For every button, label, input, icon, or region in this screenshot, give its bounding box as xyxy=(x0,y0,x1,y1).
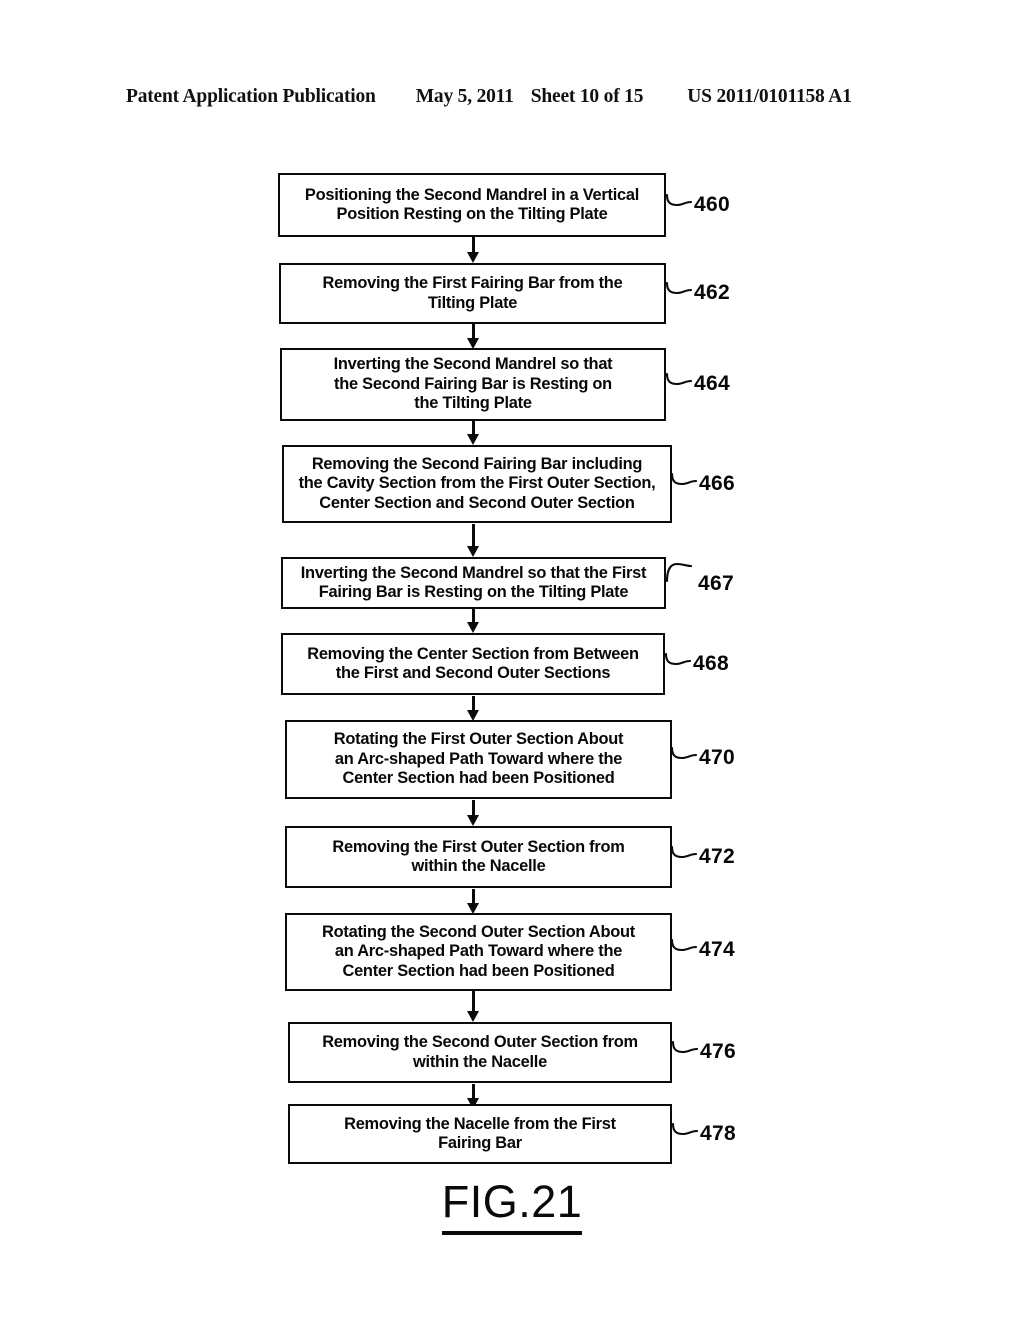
reference-numeral-466-text: 466 xyxy=(699,472,735,495)
leader-line-icon xyxy=(671,747,697,760)
leader-line-icon xyxy=(666,282,692,295)
flowchart-step-476: Removing the Second Outer Section from w… xyxy=(288,1022,672,1083)
flowchart-arrow-466-467 xyxy=(466,524,480,557)
flowchart-arrow-474-476 xyxy=(466,991,480,1022)
flowchart-step-460-label: Positioning the Second Mandrel in a Vert… xyxy=(304,185,640,223)
flowchart-step-472-label: Removing the First Outer Section from wi… xyxy=(332,837,625,875)
leader-line-icon xyxy=(666,373,692,386)
reference-numeral-466: 466 xyxy=(671,471,735,497)
leader-line-icon xyxy=(671,473,697,486)
flowchart-step-478-label: Removing the Nacelle from the First Fair… xyxy=(344,1114,616,1152)
leader-line-icon xyxy=(672,1041,698,1054)
reference-numeral-472: 472 xyxy=(671,844,735,870)
reference-numeral-464-text: 464 xyxy=(694,372,730,395)
reference-numeral-478-text: 478 xyxy=(700,1122,736,1145)
flowchart-arrow-470-472 xyxy=(466,800,480,826)
flowchart-step-472: Removing the First Outer Section from wi… xyxy=(285,826,672,888)
flowchart-step-467-label: Inverting the Second Mandrel so that the… xyxy=(300,563,647,601)
flowchart-step-474: Rotating the Second Outer Section About … xyxy=(285,913,672,991)
reference-numeral-474-text: 474 xyxy=(699,938,735,961)
leader-line-icon xyxy=(672,1123,698,1136)
leader-line-icon xyxy=(666,562,692,582)
flowchart-step-474-label: Rotating the Second Outer Section About … xyxy=(322,922,635,980)
reference-numeral-464: 464 xyxy=(666,371,730,397)
flowchart-step-468-label: Removing the Center Section from Between… xyxy=(307,644,639,682)
flowchart-step-464: Inverting the Second Mandrel so that the… xyxy=(280,348,666,421)
reference-numeral-468: 468 xyxy=(665,651,729,677)
reference-numeral-478: 478 xyxy=(672,1121,736,1147)
flowchart-step-470-label: Rotating the First Outer Section About a… xyxy=(333,730,624,788)
reference-numeral-470: 470 xyxy=(671,745,735,771)
reference-numeral-462-text: 462 xyxy=(694,281,730,304)
flowchart-step-466: Removing the Second Fairing Bar includin… xyxy=(282,445,672,523)
flowchart-step-464-label: Inverting the Second Mandrel so that the… xyxy=(333,355,613,413)
flowchart-diagram: Positioning the Second Mandrel in a Vert… xyxy=(0,0,1024,1320)
flowchart-arrow-467-468 xyxy=(466,609,480,633)
reference-numeral-472-text: 472 xyxy=(699,845,735,868)
flowchart-step-476-label: Removing the Second Outer Section from w… xyxy=(322,1033,638,1071)
reference-numeral-476: 476 xyxy=(672,1039,736,1065)
leader-line-icon xyxy=(671,846,697,859)
flowchart-arrow-460-462 xyxy=(466,237,480,263)
reference-numeral-462: 462 xyxy=(666,280,730,306)
leader-line-icon xyxy=(671,939,697,952)
flowchart-step-470: Rotating the First Outer Section About a… xyxy=(285,720,672,799)
flowchart-step-467: Inverting the Second Mandrel so that the… xyxy=(281,557,666,609)
flowchart-step-462: Removing the First Fairing Bar from the … xyxy=(279,263,666,324)
reference-numeral-468-text: 468 xyxy=(693,652,729,675)
reference-numeral-460-text: 460 xyxy=(694,193,730,216)
figure-caption-label: FIG.21 xyxy=(441,1176,583,1235)
reference-numeral-470-text: 470 xyxy=(699,746,735,769)
flowchart-step-460: Positioning the Second Mandrel in a Vert… xyxy=(278,173,666,237)
flowchart-step-468: Removing the Center Section from Between… xyxy=(281,633,665,695)
leader-line-icon xyxy=(666,194,692,207)
flowchart-step-466-label: Removing the Second Fairing Bar includin… xyxy=(298,454,656,512)
flowchart-step-462-label: Removing the First Fairing Bar from the … xyxy=(322,274,623,312)
figure-caption: FIG.21 xyxy=(0,1176,1024,1235)
reference-numeral-467-text: 467 xyxy=(698,572,734,595)
reference-numeral-460: 460 xyxy=(666,192,730,218)
flowchart-arrow-472-474 xyxy=(466,889,480,914)
flowchart-arrow-468-470 xyxy=(466,696,480,721)
reference-numeral-474: 474 xyxy=(671,937,735,963)
reference-numeral-476-text: 476 xyxy=(700,1040,736,1063)
flowchart-step-478: Removing the Nacelle from the First Fair… xyxy=(288,1104,672,1164)
flowchart-arrow-462-464 xyxy=(466,324,480,349)
reference-numeral-467: 467 xyxy=(666,558,734,595)
leader-line-icon xyxy=(665,653,691,666)
flowchart-arrow-464-466 xyxy=(466,421,480,445)
